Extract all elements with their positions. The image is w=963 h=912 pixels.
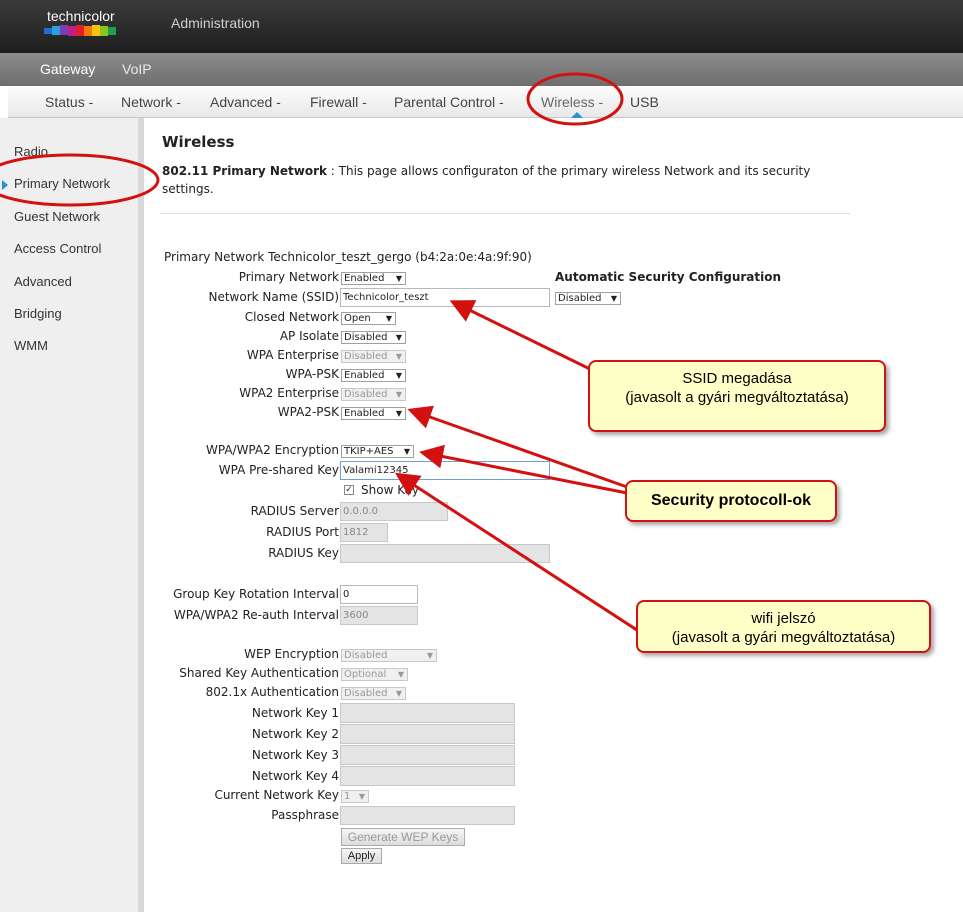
passphrase-input — [340, 806, 515, 825]
wpa-psk-label: WPA-PSK — [285, 367, 339, 381]
sidebar-item-bridging[interactable]: Bridging — [14, 306, 62, 321]
nav-gateway[interactable]: Gateway — [40, 61, 95, 77]
active-tab-indicator-icon — [571, 112, 583, 118]
show-key-label: Show Key — [361, 483, 419, 497]
sidebar-item-guest-network[interactable]: Guest Network — [14, 209, 100, 224]
nav-usb[interactable]: USB — [630, 94, 659, 110]
closed-network-label: Closed Network — [244, 310, 339, 324]
ssid-input[interactable]: Technicolor_teszt — [340, 288, 550, 307]
selected-arrow-icon — [2, 180, 8, 190]
admin-title: Administration — [171, 15, 260, 31]
wpa-psk-select[interactable]: Enabled — [341, 369, 406, 382]
top-header: technicolor Administration — [0, 0, 963, 53]
ssid-label: Network Name (SSID) — [208, 290, 339, 304]
radius-port-input: 1812 — [340, 523, 388, 542]
wpa2-psk-label: WPA2-PSK — [277, 405, 339, 419]
primary-network-label: Primary Network — [238, 270, 339, 284]
sidebar-item-radio[interactable]: Radio — [14, 144, 48, 159]
logo-text: technicolor — [47, 8, 115, 24]
network-key-1-label: Network Key 1 — [251, 706, 339, 720]
ssid-callout-subtitle: (javasolt a gyári megváltoztatása) — [625, 389, 849, 406]
divider — [160, 213, 850, 214]
nav-status[interactable]: Status - — [45, 94, 93, 110]
nav-wireless[interactable]: Wireless - — [541, 94, 603, 110]
description-heading: 802.11 Primary Network — [162, 164, 327, 178]
reauth-interval-input: 3600 — [340, 606, 418, 625]
wpa-enterprise-select: Disabled — [341, 350, 406, 363]
wifi-callout-title: wifi jelszó — [751, 610, 816, 627]
shared-key-auth-select: Optional — [341, 668, 408, 681]
primary-nav: Gateway VoIP — [0, 53, 963, 86]
radius-server-input: 0.0.0.0 — [340, 502, 448, 521]
radius-port-label: RADIUS Port — [266, 525, 339, 539]
wpa2-psk-select[interactable]: Enabled — [341, 407, 406, 420]
page-description: 802.11 Primary Network : This page allow… — [162, 162, 852, 198]
shared-key-auth-label: Shared Key Authentication — [179, 666, 339, 680]
network-key-3-label: Network Key 3 — [251, 748, 339, 762]
ap-isolate-select[interactable]: Disabled — [341, 331, 406, 344]
current-network-key-label: Current Network Key — [214, 788, 339, 802]
wifi-callout: wifi jelszó (javasolt a gyári megváltozt… — [636, 600, 931, 653]
current-network-key-select: 1 — [341, 790, 369, 803]
apply-button[interactable]: Apply — [341, 848, 382, 864]
nav-advanced[interactable]: Advanced - — [210, 94, 281, 110]
psk-label: WPA Pre-shared Key — [218, 463, 339, 477]
encryption-label: WPA/WPA2 Encryption — [205, 443, 339, 457]
nav-network[interactable]: Network - — [121, 94, 181, 110]
nav-voip[interactable]: VoIP — [122, 61, 152, 77]
sidebar — [0, 118, 144, 912]
security-callout: Security protocoll-ok — [625, 480, 837, 522]
security-callout-text: Security protocoll-ok — [650, 492, 812, 509]
dot1x-auth-label: 802.1x Authentication — [205, 685, 339, 699]
dot1x-auth-select: Disabled — [341, 687, 406, 700]
reauth-interval-label: WPA/WPA2 Re-auth Interval — [173, 608, 339, 622]
ssid-callout-title: SSID megadása — [682, 370, 792, 387]
network-info-line: Primary Network Technicolor_teszt_gergo … — [164, 250, 532, 264]
sidebar-item-wmm[interactable]: WMM — [14, 338, 48, 353]
auto-security-label: Automatic Security Configuration — [555, 270, 782, 284]
network-key-2-input — [340, 724, 515, 744]
wep-encryption-label: WEP Encryption — [244, 647, 339, 661]
nav-parental-control[interactable]: Parental Control - — [394, 94, 504, 110]
nav-firewall[interactable]: Firewall - — [310, 94, 367, 110]
page-title: Wireless — [162, 133, 235, 151]
network-key-4-label: Network Key 4 — [251, 769, 339, 783]
wpa2-enterprise-select: Disabled — [341, 388, 406, 401]
group-key-rotation-label: Group Key Rotation Interval — [173, 587, 339, 601]
radius-key-label: RADIUS Key — [268, 546, 339, 560]
wifi-callout-subtitle: (javasolt a gyári megváltoztatása) — [671, 629, 896, 646]
sidebar-item-primary-network[interactable]: Primary Network — [14, 176, 110, 191]
auto-security-select[interactable]: Disabled — [555, 292, 621, 305]
sidebar-item-access-control[interactable]: Access Control — [14, 241, 101, 256]
network-key-2-label: Network Key 2 — [251, 727, 339, 741]
wpa-enterprise-label: WPA Enterprise — [246, 348, 339, 362]
network-key-1-input — [340, 703, 515, 723]
secondary-nav: Status - Network - Advanced - Firewall -… — [8, 86, 963, 118]
psk-input[interactable]: Valami12345 — [340, 461, 550, 480]
passphrase-label: Passphrase — [271, 808, 339, 822]
show-key-checkbox[interactable]: ✓ — [344, 485, 354, 495]
technicolor-logo-icon — [44, 25, 116, 36]
wep-encryption-select: Disabled — [341, 649, 437, 662]
group-key-rotation-input[interactable]: 0 — [340, 585, 418, 604]
network-key-4-input — [340, 766, 515, 786]
network-key-3-input — [340, 745, 515, 765]
generate-wep-keys-button: Generate WEP Keys — [341, 828, 465, 846]
wpa2-enterprise-label: WPA2 Enterprise — [239, 386, 339, 400]
encryption-select[interactable]: TKIP+AES — [341, 445, 414, 458]
ssid-arrow — [449, 300, 597, 374]
ssid-callout: SSID megadása (javasolt a gyári megválto… — [588, 360, 886, 432]
primary-network-select[interactable]: Enabled — [341, 272, 406, 285]
sidebar-item-advanced[interactable]: Advanced — [14, 274, 72, 289]
radius-server-label: RADIUS Server — [250, 504, 339, 518]
closed-network-select[interactable]: Open — [341, 312, 396, 325]
radius-key-input — [340, 544, 550, 563]
ap-isolate-label: AP Isolate — [279, 329, 339, 343]
